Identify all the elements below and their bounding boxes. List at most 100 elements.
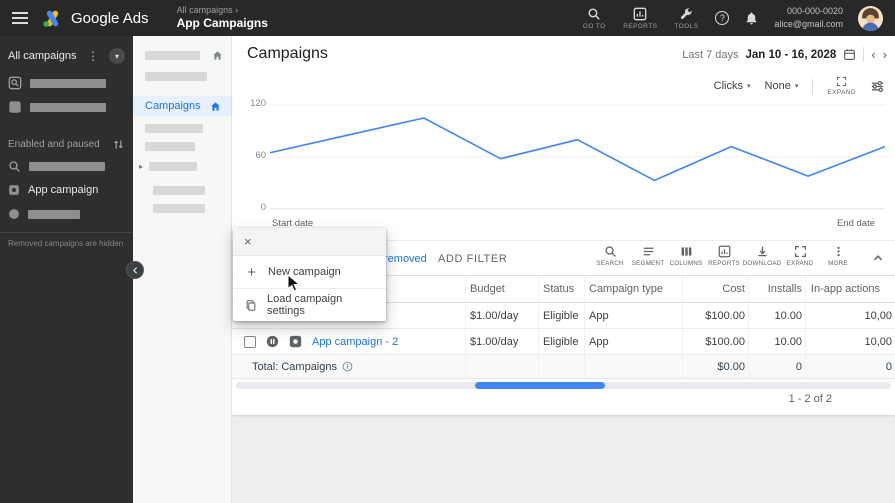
goto-search-button[interactable]: GO TO (580, 7, 608, 30)
budget-cell: $1.00/day (465, 329, 538, 354)
header-installs[interactable]: Installs (748, 276, 805, 302)
date-range-value[interactable]: Jan 10 - 16, 2028 (746, 49, 837, 61)
chevron-down-icon: ▾ (747, 83, 751, 90)
sort-icon[interactable] (112, 138, 125, 151)
header-in-app-actions[interactable]: In-app actions (805, 276, 895, 302)
chart-line (270, 117, 885, 182)
header-cost[interactable]: Cost (682, 276, 748, 302)
calendar-icon[interactable] (843, 48, 856, 61)
nav-item-row[interactable] (145, 50, 223, 61)
chevron-left-icon (132, 266, 137, 274)
hamburger-menu-icon[interactable] (12, 12, 28, 24)
date-prev-button[interactable]: ‹ (871, 48, 875, 61)
header-budget[interactable]: Budget (465, 276, 538, 302)
secondary-nav: Campaigns ▸ (133, 36, 232, 503)
sidebar-item-row-2[interactable] (8, 208, 125, 220)
pagination-label: 1 - 2 of 2 (788, 393, 832, 405)
total-installs: 0 (748, 355, 805, 378)
nav-item-row[interactable] (145, 72, 223, 81)
paused-status-icon (266, 335, 279, 348)
nav-item-row[interactable] (145, 142, 223, 151)
horizontal-scrollbar[interactable] (236, 382, 891, 389)
total-cost: $0.00 (682, 355, 748, 378)
overview-icon (9, 101, 21, 113)
nav-item-row-expandable[interactable]: ▸ (139, 162, 223, 171)
menu-item-load-campaign-settings[interactable]: Load campaign settings (233, 289, 386, 321)
account-info[interactable]: 000-000-0020 alice@gmail.com (774, 5, 843, 32)
horizontal-scrollbar-thumb[interactable] (475, 382, 605, 389)
campaign-type-cell: App (584, 329, 682, 354)
info-icon[interactable] (342, 361, 353, 372)
row-checkbox[interactable] (244, 335, 256, 348)
overlay-metric-dropdown[interactable]: None ▾ (765, 80, 799, 92)
skeleton-bar (153, 186, 205, 195)
close-icon[interactable]: × (244, 235, 252, 248)
y-axis-tick: 120 (250, 98, 266, 109)
tools-nav-button[interactable]: TOOLS (672, 7, 700, 30)
nav-item-row[interactable] (153, 204, 223, 213)
removed-filter-chip[interactable]: removed (384, 253, 427, 265)
sidebar-search-row[interactable] (8, 76, 125, 90)
toolbar-columns-button[interactable]: COLUMNS (669, 245, 703, 267)
skeleton-bar (149, 162, 198, 171)
chevron-up-icon (873, 255, 883, 261)
chart-expand-button[interactable]: EXPAND (827, 76, 856, 96)
campaign-sidebar: All campaigns ⋮ ▾ Enabled and paused App… (0, 36, 133, 503)
collapse-table-button[interactable] (871, 251, 885, 265)
reports-icon (633, 7, 647, 20)
chevron-down-icon: ▾ (114, 51, 119, 61)
table-total-row: Total: Campaigns $0.00 0 0 (232, 355, 895, 379)
page-title: Campaigns (247, 45, 328, 62)
nav-item-row[interactable] (145, 124, 223, 133)
home-icon (211, 101, 220, 111)
home-icon (213, 51, 222, 60)
sidebar-item-app-campaign[interactable]: App campaign (8, 184, 125, 196)
date-next-button[interactable]: › (883, 48, 887, 61)
total-in-app-actions: 0 (805, 355, 895, 378)
cost-cell: $100.00 (682, 303, 748, 328)
x-axis-end-label: End date (836, 218, 875, 229)
new-campaign-popup: × + New campaign Load campaign settings (233, 228, 386, 321)
budget-cell: $1.00/day (465, 303, 538, 328)
avatar[interactable] (858, 5, 883, 31)
nav-item-row[interactable] (153, 186, 223, 195)
divider (863, 47, 865, 62)
toolbar-reports-button[interactable]: REPORTS (707, 245, 741, 267)
reports-nav-button[interactable]: REPORTS (623, 7, 657, 30)
toolbar-search-button[interactable]: SEARCH (593, 245, 627, 267)
sidebar-search-row-2[interactable] (8, 160, 125, 173)
add-filter-button[interactable]: ADD FILTER (438, 253, 507, 265)
toolbar-download-button[interactable]: DOWNLOAD (743, 245, 781, 267)
toolbar-segment-button[interactable]: SEGMENT (631, 245, 665, 267)
header-campaign-type[interactable]: Campaign type (584, 276, 682, 302)
skeleton-bar (29, 162, 105, 171)
expand-icon (837, 76, 847, 87)
notifications-bell-icon[interactable] (744, 11, 759, 26)
toolbar-more-button[interactable]: MORE (821, 245, 855, 267)
tune-sliders-icon[interactable] (870, 79, 885, 94)
campaign-link[interactable]: App campaign - 2 (312, 336, 398, 348)
nav-item-campaigns[interactable]: Campaigns (133, 96, 231, 116)
enabled-paused-label: Enabled and paused (8, 139, 100, 150)
skeleton-bar (145, 72, 207, 81)
date-preset-label[interactable]: Last 7 days (682, 49, 738, 61)
help-icon[interactable]: ? (715, 11, 730, 25)
google-ads-logo (43, 10, 59, 27)
skeleton-bar (28, 209, 80, 219)
product-name: Google Ads (71, 9, 149, 27)
metric-dropdown[interactable]: Clicks ▾ (714, 80, 751, 92)
status-cell: Eligible (538, 329, 584, 354)
campaigns-page: Campaigns Last 7 days Jan 10 - 16, 2028 … (232, 36, 895, 415)
sidebar-item-row[interactable] (8, 100, 125, 114)
toolbar-expand-button[interactable]: EXPAND (783, 245, 817, 267)
sidebar-collapse-button[interactable]: ▾ (109, 48, 125, 64)
kebab-menu-icon[interactable]: ⋮ (85, 49, 101, 63)
y-axis-tick: 60 (255, 150, 266, 161)
menu-item-new-campaign[interactable]: + New campaign (233, 256, 386, 288)
breadcrumb-parent[interactable]: All campaigns › (177, 5, 268, 16)
in-app-actions-cell: 10,00 (805, 329, 895, 354)
sidebar-collapse-handle[interactable] (126, 261, 144, 279)
header-status[interactable]: Status (538, 276, 584, 302)
campaign-icon (9, 209, 19, 219)
clicks-line-chart (270, 104, 885, 210)
